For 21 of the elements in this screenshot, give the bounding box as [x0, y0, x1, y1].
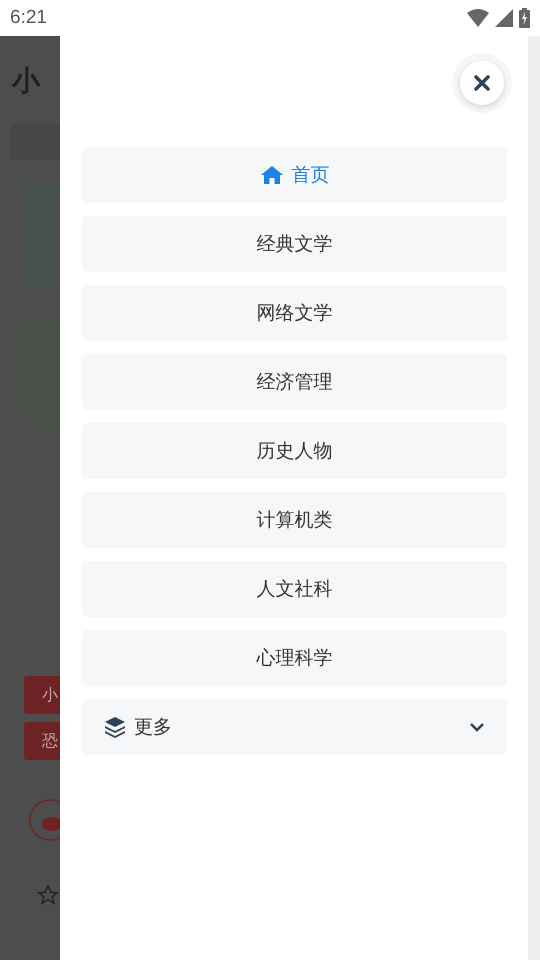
- tag: 恐: [24, 722, 60, 760]
- chevron-icon: [469, 721, 485, 733]
- menu-item[interactable]: 经典文学: [82, 216, 507, 272]
- menu-item[interactable]: 历史人物: [82, 423, 507, 479]
- menu-item[interactable]: 计算机类: [82, 492, 507, 548]
- menu-item[interactable]: 经济管理: [82, 354, 507, 410]
- battery-icon: [519, 8, 530, 28]
- tag: 小: [24, 676, 60, 714]
- menu-item[interactable]: 人文社科: [82, 561, 507, 617]
- menu-item[interactable]: 首页: [82, 147, 507, 203]
- star-icon: [37, 884, 59, 906]
- wifi-icon: [467, 9, 489, 27]
- menu-item[interactable]: 网络文学: [82, 285, 507, 341]
- more-dropdown[interactable]: 更多: [82, 699, 507, 755]
- menu-item[interactable]: 心理科学: [82, 630, 507, 686]
- home-icon: [260, 165, 284, 185]
- status-time: 6:21: [10, 7, 47, 29]
- close-button[interactable]: [460, 61, 504, 105]
- close-icon: [474, 75, 490, 91]
- layers-icon: [104, 716, 126, 738]
- signal-icon: [495, 9, 513, 27]
